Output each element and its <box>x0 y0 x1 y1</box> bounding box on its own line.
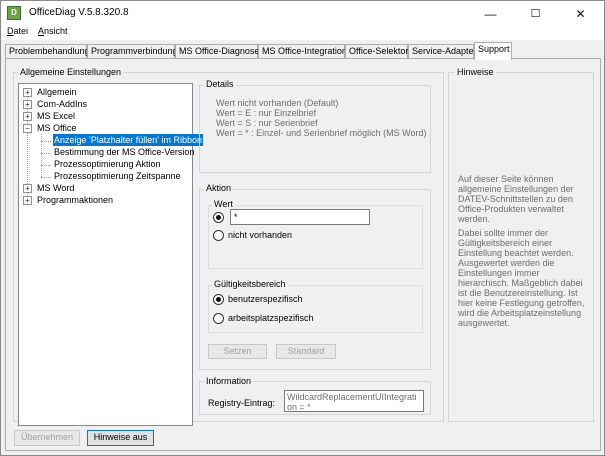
hints-text-1: Auf dieser Seite können allgemeine Einst… <box>458 174 574 224</box>
tab-service-adapter[interactable]: Service-Adapter <box>408 44 477 59</box>
expand-icon[interactable]: + <box>23 196 32 205</box>
radio-benutzerspezifisch[interactable] <box>213 294 224 305</box>
tab-programmverbindung[interactable]: Programmverbindung <box>87 44 178 59</box>
collapse-icon[interactable]: − <box>23 124 32 133</box>
radio-wert[interactable] <box>213 212 224 223</box>
tree-item-allgemein[interactable]: Allgemein <box>37 86 77 98</box>
maximize-button[interactable]: ☐ <box>513 1 558 27</box>
details-line-e: Wert = E : nur Einzelbrief <box>216 108 317 118</box>
expand-icon[interactable]: + <box>23 112 32 121</box>
app-icon: D <box>7 6 21 20</box>
tree-item-platzhalter-ribbon[interactable]: Anzeige 'Platzhalter füllen' im Ribbon <box>53 134 204 146</box>
tree-item-prozess-aktion[interactable]: Prozessoptimierung Aktion <box>54 158 161 170</box>
details-line-s: Wert = S : nur Serienbrief <box>216 118 318 128</box>
menu-ansicht[interactable]: Ansicht <box>38 26 68 36</box>
radio-benutzerspezifisch-label: benutzerspezifisch <box>228 294 303 304</box>
minimize-icon: — <box>484 7 497 21</box>
radio-nicht-vorhanden-label: nicht vorhanden <box>228 230 293 240</box>
tab-office-selektor[interactable]: Office-Selektor <box>345 44 408 59</box>
tree-line <box>41 141 51 142</box>
tree-item-com-addins[interactable]: Com-AddIns <box>37 98 87 110</box>
wert-input[interactable] <box>230 209 370 225</box>
tree-item-ms-excel[interactable]: MS Excel <box>37 110 75 122</box>
menu-datei[interactable]: Datei <box>7 26 28 36</box>
radio-dot <box>216 215 221 220</box>
hints-off-button[interactable]: Hinweise aus <box>87 430 154 446</box>
expand-icon[interactable]: + <box>23 100 32 109</box>
tree-line <box>41 177 51 178</box>
window-title: OfficeDiag V.5.8.320.8 <box>29 7 129 18</box>
tree-line <box>41 165 51 166</box>
tab-problembehandlung[interactable]: Problembehandlung <box>5 44 90 59</box>
expand-icon[interactable]: + <box>23 184 32 193</box>
setzen-button[interactable]: Setzen <box>208 344 267 359</box>
tab-strip: Problembehandlung Programmverbindung MS … <box>5 42 601 60</box>
settings-tree[interactable]: + Allgemein + Com-AddIns + MS Excel − MS… <box>18 83 204 426</box>
hints-title: Hinweise <box>455 67 496 77</box>
settings-group-title: Allgemeine Einstellungen <box>18 67 124 77</box>
expand-icon[interactable]: + <box>23 88 32 97</box>
details-line-default: Wert nicht vorhanden (Default) <box>216 98 339 108</box>
standard-button[interactable]: Standard <box>276 344 336 359</box>
tab-ms-office-diagnose[interactable]: MS Office-Diagnose <box>175 44 259 59</box>
officediag-window: D OfficeDiag V.5.8.320.8 — ☐ ✕ Datei Ans… <box>0 0 605 456</box>
radio-arbeitsplatzspezifisch[interactable] <box>213 313 224 324</box>
close-button[interactable]: ✕ <box>558 1 603 27</box>
registry-label: Registry-Eintrag: <box>208 398 276 408</box>
tree-line <box>41 153 51 154</box>
scope-group <box>208 285 423 333</box>
menu-bar: Datei Ansicht <box>1 25 604 40</box>
tab-ms-office-integration[interactable]: MS Office-Integration <box>258 44 347 59</box>
tab-support[interactable]: Support <box>474 42 512 60</box>
hints-text-2: Dabei sollte immer der Gültigkeitsbereic… <box>458 228 585 328</box>
details-line-star: Wert = * : Einzel- und Serienbrief mögli… <box>216 128 427 138</box>
radio-arbeitsplatzspezifisch-label: arbeitsplatzspezifisch <box>228 313 314 323</box>
tree-item-ms-office[interactable]: MS Office <box>37 122 76 134</box>
tree-item-programmaktionen[interactable]: Programmaktionen <box>37 194 113 206</box>
tree-item-prozess-zeitspanne[interactable]: Prozessoptimierung Zeitspanne <box>54 170 181 182</box>
information-title: Information <box>204 376 254 386</box>
title-bar: D OfficeDiag V.5.8.320.8 — ☐ ✕ <box>1 1 604 27</box>
maximize-icon: ☐ <box>530 8 541 20</box>
apply-button[interactable]: Übernehmen <box>14 430 80 446</box>
details-title: Details <box>204 79 236 89</box>
radio-nicht-vorhanden[interactable] <box>213 230 224 241</box>
tree-item-ms-word[interactable]: MS Word <box>37 182 74 194</box>
aktion-title: Aktion <box>204 183 234 193</box>
radio-dot <box>216 297 221 302</box>
minimize-button[interactable]: — <box>468 1 513 27</box>
scope-title: Gültigkeitsbereich <box>212 279 288 289</box>
wert-title: Wert <box>212 199 235 209</box>
tree-item-office-version[interactable]: Bestimmung der MS Office-Version <box>54 146 194 158</box>
registry-entry-field[interactable] <box>284 390 424 412</box>
close-icon: ✕ <box>575 7 586 21</box>
